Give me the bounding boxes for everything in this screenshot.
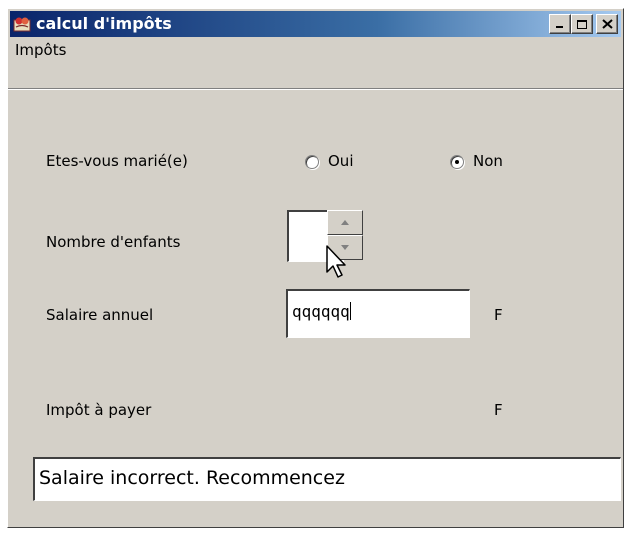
app-icon xyxy=(13,15,31,33)
title-bar[interactable]: calcul d'impôts xyxy=(10,11,621,37)
arrow-up-icon xyxy=(341,220,349,225)
radio-oui[interactable] xyxy=(305,155,319,169)
status-message: Salaire incorrect. Recommencez xyxy=(39,467,345,489)
menu-impots[interactable]: Impôts xyxy=(15,41,66,59)
close-button[interactable] xyxy=(596,14,618,34)
status-message-field[interactable]: Salaire incorrect. Recommencez xyxy=(33,457,621,501)
tax-calculator-window: calcul d'impôts Impôts Etes-vous marié(e… xyxy=(7,8,624,528)
radio-oui-label[interactable]: Oui xyxy=(328,152,353,170)
window-title: calcul d'impôts xyxy=(36,14,172,33)
text-caret xyxy=(349,302,351,320)
maximize-icon xyxy=(577,19,587,29)
radio-selected-dot xyxy=(455,160,459,164)
radio-non[interactable] xyxy=(450,155,464,169)
maximize-button[interactable] xyxy=(571,14,593,34)
menu-bar: Impôts xyxy=(10,38,621,64)
close-icon xyxy=(601,19,613,29)
salary-input[interactable]: qqqqqq xyxy=(286,289,470,338)
mouse-cursor-icon xyxy=(326,245,346,278)
salary-unit: F xyxy=(494,306,503,324)
tax-unit: F xyxy=(494,401,503,419)
salary-input-value: qqqqqq xyxy=(292,302,350,321)
minimize-button[interactable] xyxy=(549,14,571,34)
minimize-icon xyxy=(556,26,563,28)
spinner-up-button[interactable] xyxy=(327,210,363,235)
salary-label: Salaire annuel xyxy=(46,306,154,324)
tax-label: Impôt à payer xyxy=(46,401,152,419)
menu-separator xyxy=(8,88,623,90)
married-label: Etes-vous marié(e) xyxy=(46,152,188,170)
children-label: Nombre d'enfants xyxy=(46,233,181,251)
radio-non-label[interactable]: Non xyxy=(473,152,503,170)
